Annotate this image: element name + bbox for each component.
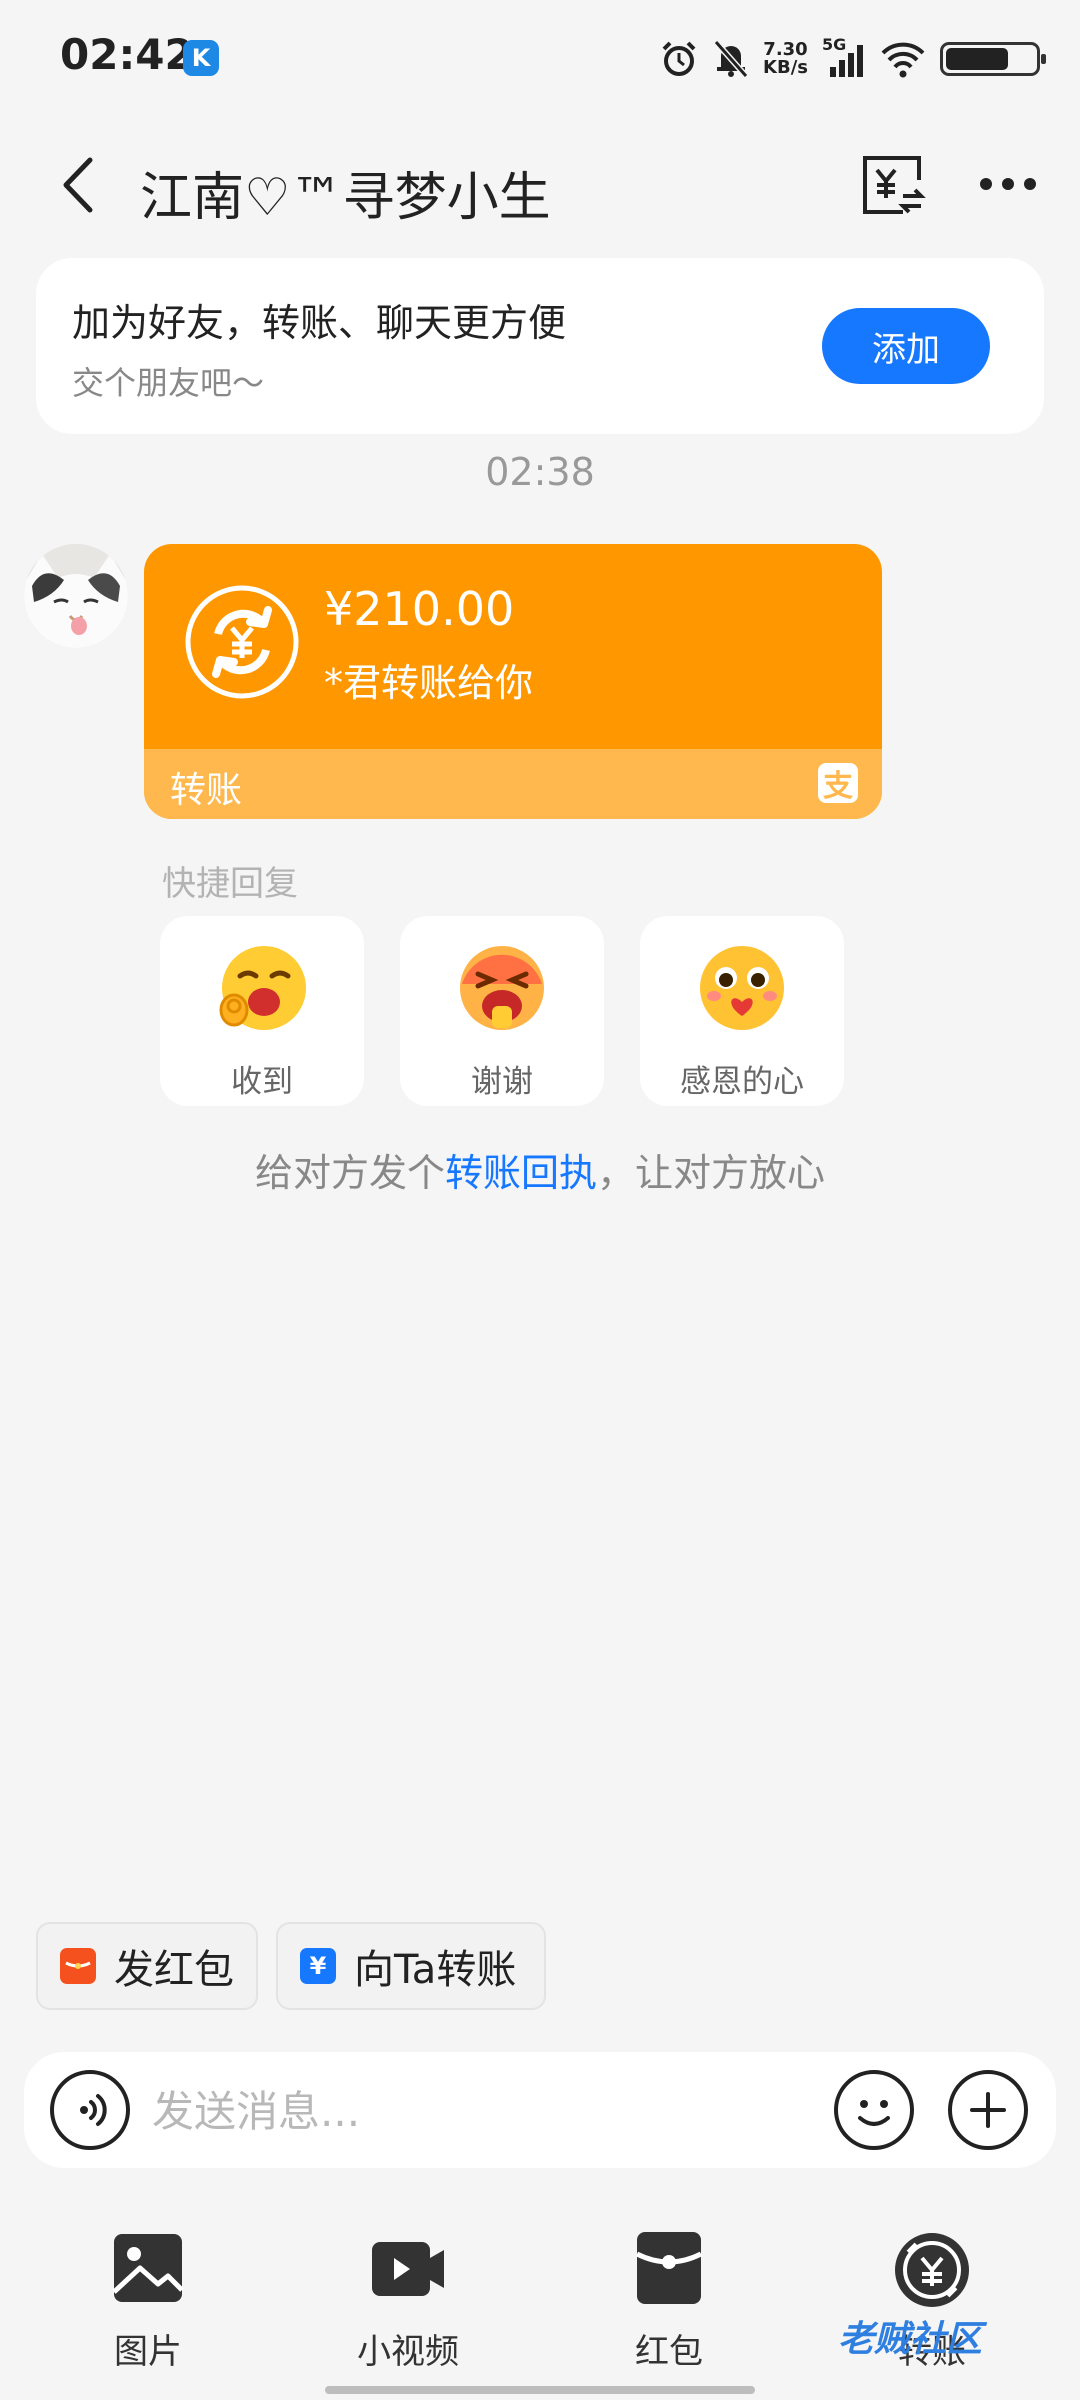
- alipay-logo-icon: 支: [818, 763, 858, 804]
- quick-reply-label: 收到: [231, 1064, 293, 1100]
- add-friend-title: 加为好友，转账、聊天更方便: [72, 301, 567, 345]
- quick-reply-label: 感恩的心: [680, 1064, 804, 1100]
- toolbar-image-button[interactable]: 图片: [63, 2230, 233, 2372]
- toolbar-red-packet-button[interactable]: 红包: [584, 2230, 754, 2372]
- receipt-tip-text: ，让对方放心: [597, 1151, 826, 1195]
- add-friend-button[interactable]: 添加: [822, 308, 990, 384]
- red-packet-icon: [60, 1948, 96, 1984]
- voice-input-button[interactable]: [50, 2070, 130, 2150]
- transfer-amount: ¥210.00: [324, 582, 515, 636]
- transfer-record-icon[interactable]: [857, 150, 927, 220]
- transfer-icon: [895, 2233, 969, 2307]
- add-friend-subtitle: 交个朋友吧～: [72, 364, 265, 402]
- add-friend-card: 加为好友，转账、聊天更方便 交个朋友吧～ 添加: [36, 258, 1044, 434]
- transfer-receipt-tip: 给对方发个转账回执，让对方放心: [0, 1142, 1080, 1197]
- grateful-emoji-icon: [700, 946, 784, 1030]
- transfer-icon: [185, 585, 299, 699]
- message-input-bar: [24, 2052, 1056, 2168]
- red-packet-icon: [635, 2232, 703, 2304]
- smiley-icon: [858, 2100, 890, 2126]
- mute-bell-icon: [713, 40, 749, 78]
- ok-emoji-icon: [219, 946, 306, 1030]
- more-options-icon[interactable]: [978, 166, 1038, 202]
- send-red-packet-label: 发红包: [114, 1947, 234, 1993]
- thanks-emoji-icon: [460, 946, 544, 1030]
- image-icon: [112, 2234, 184, 2302]
- transfer-card-footer: 转账 支: [144, 749, 882, 819]
- app-notification-icon: K: [183, 40, 219, 76]
- send-red-packet-button[interactable]: 发红包: [36, 1922, 258, 2010]
- back-arrow-icon[interactable]: [50, 150, 110, 220]
- wifi-icon: [881, 42, 925, 78]
- transfer-message-card[interactable]: ¥210.00 *君转账给你 转账 支: [144, 544, 882, 819]
- more-actions-button[interactable]: [948, 2070, 1028, 2150]
- transfer-to-them-label: 向Ta转账: [354, 1947, 517, 1993]
- transfer-receipt-link[interactable]: 转账回执: [445, 1151, 597, 1195]
- net-speed-unit: KB/s: [763, 57, 808, 78]
- quick-reply-grateful[interactable]: 感恩的心: [640, 916, 844, 1106]
- emoji-button[interactable]: [834, 2070, 914, 2150]
- status-time: 02:42: [60, 30, 194, 79]
- cat-avatar-image: [24, 544, 128, 648]
- transfer-label: 转账: [170, 770, 243, 811]
- video-icon: [372, 2242, 444, 2296]
- transfer-description: *君转账给你: [324, 661, 534, 705]
- signal-icon: 5G: [822, 35, 866, 79]
- toolbar-video-button[interactable]: 小视频: [323, 2230, 493, 2372]
- quick-reply-thanks[interactable]: 谢谢: [400, 916, 604, 1106]
- quick-reply-heading: 快捷回复: [162, 864, 298, 904]
- transfer-card-body: ¥210.00 *君转账给你: [144, 544, 882, 749]
- avatar[interactable]: [24, 544, 128, 648]
- voice-icon: [80, 2094, 107, 2126]
- transfer-to-them-button[interactable]: ¥ 向Ta转账: [276, 1922, 546, 2010]
- chat-title: 江南♡™寻梦小生: [140, 168, 551, 228]
- watermark-logo: 老贼社区: [838, 2319, 983, 2360]
- battery-icon: [940, 42, 1046, 76]
- toolbar-label: 小视频: [357, 2332, 459, 2372]
- net-speed: 7.30 KB/s: [763, 41, 808, 77]
- alarm-icon: [662, 41, 696, 76]
- receipt-tip-text: 给对方发个: [254, 1151, 445, 1195]
- message-input[interactable]: [150, 2076, 814, 2146]
- quick-reply-label: 谢谢: [471, 1064, 533, 1100]
- toolbar-label: 图片: [114, 2332, 182, 2372]
- status-icons: 7.30 KB/s 5G: [659, 34, 1046, 84]
- toolbar-label: 红包: [635, 2332, 703, 2372]
- plus-icon: [970, 2092, 1006, 2128]
- message-timestamp: 02:38: [485, 450, 595, 494]
- transfer-icon: ¥: [300, 1948, 336, 1984]
- quick-reply-received[interactable]: 收到: [160, 916, 364, 1106]
- home-indicator[interactable]: [325, 2386, 755, 2394]
